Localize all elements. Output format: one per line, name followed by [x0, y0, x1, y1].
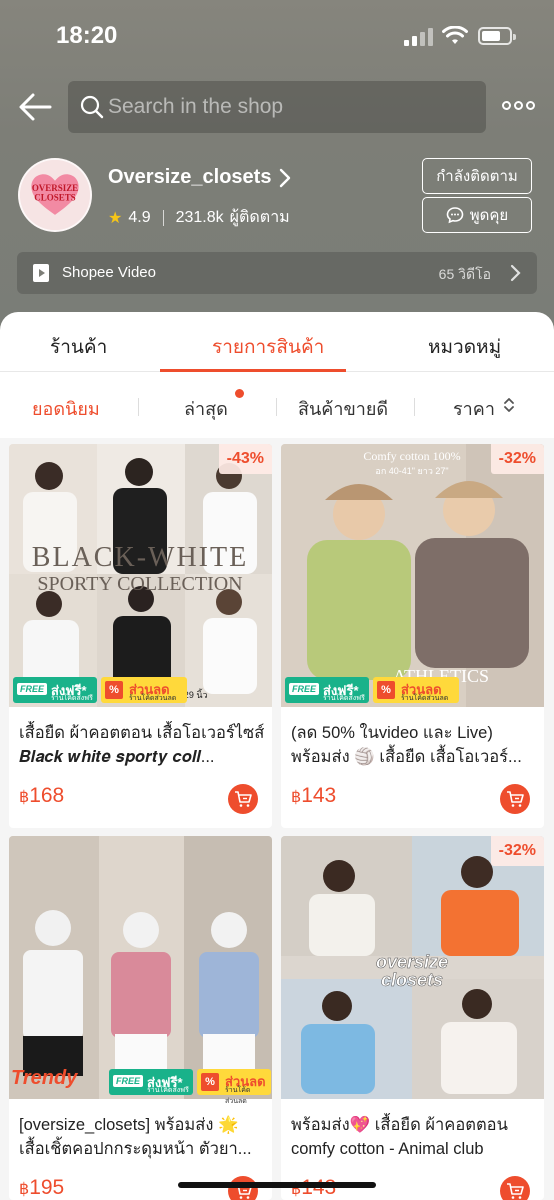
discount-voucher-badge: % ส่วนลด ร้านโค้ดส่วนลด	[373, 677, 459, 703]
shop-stats: ★ 4.9 231.8k ผู้ติดตาม	[108, 205, 290, 230]
sort-popular[interactable]: ยอดนิยม	[32, 394, 100, 423]
add-to-cart-button[interactable]	[228, 1176, 258, 1200]
product-price: ฿195	[19, 1176, 65, 1199]
promo-badges: FREE ส่งฟรี* ร้านโค้ดส่งฟรี % ส่วนลด ร้า…	[281, 675, 544, 707]
product-price: ฿143	[291, 1176, 336, 1199]
product-title[interactable]: [oversize_closets] พร้อมส่ง 🌟 เสื้อเชิ้ต…	[19, 1113, 265, 1161]
cart-icon	[507, 1183, 524, 1199]
product-image[interactable]: BLACK-WHITE SPORTY COLLECTION อก 29 นิ้ว	[9, 444, 272, 707]
search-input[interactable]	[108, 89, 468, 125]
more-options-icon[interactable]	[502, 100, 536, 112]
product-card[interactable]: Comfy cotton 100% อก 40-41" ยาว 27" ATHL…	[281, 444, 544, 828]
wifi-icon	[442, 26, 468, 44]
divider	[276, 398, 277, 416]
following-button[interactable]: กำลังติดตาม	[422, 158, 532, 194]
shop-tabs: ร้านค้า รายการสินค้า หมวดหมู่	[0, 312, 554, 372]
sort-price[interactable]: ราคา	[453, 394, 495, 423]
free-shipping-badge: FREE ส่งฟรี* ร้านโค้ดส่งฟรี	[285, 677, 369, 703]
svg-text:BLACK-WHITE: BLACK-WHITE	[32, 542, 248, 573]
free-shipping-badge: FREE ส่งฟรี* ร้านโค้ดส่งฟรี	[109, 1069, 193, 1095]
divider	[162, 209, 164, 226]
chevron-right-icon	[510, 264, 521, 282]
follower-count: 231.8k	[175, 208, 224, 226]
video-count: 65 วิดีโอ	[438, 266, 491, 282]
chat-button[interactable]: พูดคุย	[422, 197, 532, 233]
svg-text:closets: closets	[381, 970, 443, 990]
battery-icon	[478, 27, 516, 45]
chat-bubble-icon	[446, 207, 464, 224]
product-price: ฿143	[291, 784, 337, 807]
discount-badge: -32%	[490, 836, 544, 866]
sort-latest[interactable]: ล่าสุด	[184, 394, 228, 423]
shop-header: 18:20 OVERSIZE	[0, 0, 554, 330]
discount-voucher-badge: % ส่วนลด ร้านโค้ดส่วนลด	[197, 1069, 271, 1105]
shopee-video-bar[interactable]: Shopee Video 65 วิดีโอ	[17, 252, 537, 294]
product-image[interactable]: oversize closets	[281, 836, 544, 1099]
signal-icon	[404, 28, 434, 46]
promo-badges: Trendy FREE ส่งฟรี* ร้านโค้ดส่งฟรี % ส่ว…	[9, 1067, 272, 1105]
product-title[interactable]: (ลด 50% ในvideo และ Live) พร้อมส่ง 🏐 เสื…	[291, 721, 537, 769]
svg-text:SPORTY COLLECTION: SPORTY COLLECTION	[37, 573, 242, 595]
discount-badge: -32%	[490, 444, 544, 474]
product-card[interactable]: Trendy FREE ส่งฟรี* ร้านโค้ดส่งฟรี % ส่ว…	[9, 836, 272, 1200]
product-price: ฿168	[19, 784, 65, 807]
cart-icon	[235, 791, 252, 807]
back-arrow-icon[interactable]	[18, 92, 52, 122]
shop-logo: OVERSIZE CLOSETS	[18, 158, 92, 232]
tab-products[interactable]: รายการสินค้า	[212, 332, 324, 362]
shop-search-bar[interactable]	[68, 81, 486, 133]
free-shipping-badge: FREE ส่งฟรี* ร้านโค้ดส่งฟรี	[13, 677, 97, 703]
video-bar-label: Shopee Video	[62, 264, 156, 281]
promo-badges: FREE ส่งฟรี* ร้านโค้ดส่งฟรี % ส่วนลด ร้า…	[9, 675, 272, 707]
svg-text:Comfy cotton 100%: Comfy cotton 100%	[363, 449, 460, 463]
sort-bar: ยอดนิยม ล่าสุด สินค้าขายดี ราคา	[0, 374, 554, 438]
discount-badge: -43%	[218, 444, 272, 474]
shop-content-panel: ร้านค้า รายการสินค้า หมวดหมู่ ยอดนิยม ล่…	[0, 312, 554, 438]
svg-text:อก 40-41" ยาว 27": อก 40-41" ยาว 27"	[375, 466, 448, 476]
svg-text:CLOSETS: CLOSETS	[34, 193, 75, 203]
product-image[interactable]	[9, 836, 272, 1099]
tab-categories[interactable]: หมวดหมู่	[428, 332, 501, 362]
product-title[interactable]: เสื้อยืด ผ้าคอตตอน เสื้อโอเวอร์ไซส์ 𝑩𝒍𝒂𝒄…	[19, 721, 265, 769]
svg-text:OVERSIZE: OVERSIZE	[32, 183, 78, 193]
search-icon	[80, 95, 104, 119]
add-to-cart-button[interactable]	[228, 784, 258, 814]
svg-text:oversize: oversize	[376, 952, 448, 972]
divider	[414, 398, 415, 416]
shop-rating: 4.9	[128, 208, 151, 226]
shop-name[interactable]: Oversize_closets	[108, 166, 271, 189]
add-to-cart-button[interactable]	[500, 784, 530, 814]
cart-icon	[507, 791, 524, 807]
active-tab-indicator	[160, 369, 346, 372]
chat-label: พูดคุย	[469, 207, 509, 224]
tab-shop[interactable]: ร้านค้า	[50, 332, 107, 362]
product-card[interactable]: oversize closets -32% พร้อมส่ง💖 เสื้อยืด…	[281, 836, 544, 1200]
sort-bestseller[interactable]: สินค้าขายดี	[298, 394, 388, 423]
status-time: 18:20	[56, 22, 118, 49]
trendy-badge: Trendy	[11, 1067, 78, 1089]
chevron-right-icon[interactable]	[278, 168, 292, 188]
new-dot-indicator	[235, 389, 244, 398]
add-to-cart-button[interactable]	[500, 1176, 530, 1200]
divider	[138, 398, 139, 416]
product-title[interactable]: พร้อมส่ง💖 เสื้อยืด ผ้าคอตตอน comfy cotto…	[291, 1113, 537, 1161]
status-bar: 18:20	[0, 0, 554, 70]
sort-arrows-icon	[504, 398, 514, 412]
shopee-video-icon	[33, 264, 49, 282]
home-indicator[interactable]	[178, 1182, 376, 1188]
product-image[interactable]: Comfy cotton 100% อก 40-41" ยาว 27" ATHL…	[281, 444, 544, 707]
discount-voucher-badge: % ส่วนลด ร้านโค้ดส่วนลด	[101, 677, 187, 703]
product-card[interactable]: BLACK-WHITE SPORTY COLLECTION อก 29 นิ้ว…	[9, 444, 272, 828]
follower-label: ผู้ติดตาม	[229, 209, 290, 226]
star-icon: ★	[108, 209, 123, 227]
